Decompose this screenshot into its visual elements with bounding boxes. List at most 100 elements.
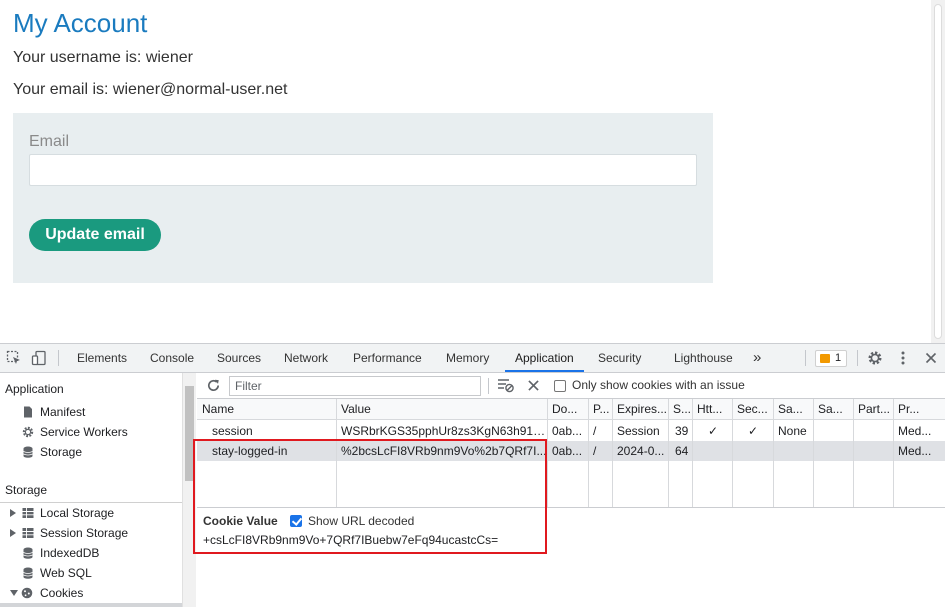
column-divider[interactable] bbox=[612, 399, 613, 507]
device-toolbar-icon[interactable] bbox=[31, 350, 47, 366]
cell-httponly bbox=[708, 441, 728, 461]
column-divider[interactable] bbox=[732, 399, 733, 507]
issue-flag-icon bbox=[820, 354, 830, 363]
gear-icon bbox=[22, 426, 34, 438]
more-tabs-chevron-icon[interactable]: » bbox=[753, 344, 761, 372]
email-text: Your email is: wiener@normal-user.net bbox=[13, 81, 288, 98]
sidebar-selected-child-row[interactable] bbox=[0, 603, 182, 607]
cell-expires: Session bbox=[617, 424, 660, 438]
cell-samesite: None bbox=[778, 424, 807, 438]
cookies-toolbar: Filter Only show cookies with an issue bbox=[197, 373, 945, 399]
email-label: Email bbox=[29, 133, 70, 150]
column-divider[interactable] bbox=[692, 399, 693, 507]
sidebar-item-label: Cookies bbox=[40, 586, 84, 600]
table-grid-icon bbox=[22, 508, 34, 518]
sidebar-header-storage: Storage bbox=[5, 483, 48, 497]
table-row[interactable]: session WSRbrKGS35pphUr8zs3KgN63h91C... … bbox=[197, 421, 945, 441]
expand-arrow-icon[interactable] bbox=[10, 529, 16, 537]
inspect-element-icon[interactable] bbox=[6, 350, 22, 366]
database-icon bbox=[23, 547, 33, 559]
cell-priority: Med... bbox=[898, 424, 932, 438]
tab-sources[interactable]: Sources bbox=[217, 344, 261, 372]
column-divider[interactable] bbox=[547, 399, 548, 507]
toolbar-separator bbox=[488, 378, 489, 394]
sidebar-item-label: Storage bbox=[40, 445, 83, 459]
cell-priority: Med... bbox=[898, 444, 932, 458]
column-header-size[interactable]: S... bbox=[673, 399, 691, 419]
sidebar-item-label: Session Storage bbox=[40, 526, 129, 540]
tab-security[interactable]: Security bbox=[598, 344, 641, 372]
sidebar-item-label: Manifest bbox=[40, 405, 86, 419]
username-text: Your username is: wiener bbox=[13, 49, 193, 66]
only-issue-checkbox[interactable] bbox=[554, 380, 566, 392]
issues-count: 1 bbox=[835, 352, 842, 364]
more-options-icon[interactable] bbox=[895, 350, 911, 366]
cell-partition bbox=[858, 421, 894, 441]
close-devtools-icon[interactable] bbox=[923, 350, 939, 366]
column-divider[interactable] bbox=[773, 399, 774, 507]
column-header-partition[interactable]: Part... bbox=[858, 399, 894, 419]
cell-size: 39 bbox=[675, 424, 689, 438]
page-scrollbar[interactable] bbox=[931, 0, 945, 343]
table-header: Name Value Do... P... Expires... S... Ht… bbox=[197, 399, 945, 420]
cell-sameparty bbox=[818, 421, 852, 441]
column-header-secure[interactable]: Sec... bbox=[737, 399, 771, 419]
column-divider[interactable] bbox=[853, 399, 854, 507]
column-header-expires[interactable]: Expires... bbox=[617, 399, 667, 419]
cookie-icon bbox=[21, 587, 33, 599]
collapse-arrow-icon[interactable] bbox=[10, 590, 18, 596]
settings-gear-icon[interactable] bbox=[867, 350, 883, 366]
cell-sameparty bbox=[818, 441, 852, 461]
cell-secure: ✓ bbox=[748, 424, 759, 438]
column-divider[interactable] bbox=[893, 399, 894, 507]
cell-name: session bbox=[212, 424, 253, 438]
column-header-value[interactable]: Value bbox=[341, 399, 541, 419]
web-page: My Account Your username is: wiener Your… bbox=[0, 0, 945, 343]
devtools-tabbar: Elements Console Sources Network Perform… bbox=[0, 344, 945, 373]
column-header-httponly[interactable]: Htt... bbox=[697, 399, 731, 419]
toolbar-separator bbox=[58, 350, 59, 366]
refresh-icon[interactable] bbox=[206, 378, 221, 393]
page-scrollbar-thumb[interactable] bbox=[934, 4, 942, 339]
issues-badge[interactable]: 1 bbox=[815, 350, 847, 367]
column-header-path[interactable]: P... bbox=[593, 399, 613, 419]
database-icon bbox=[23, 567, 33, 579]
clear-filtered-cookies-icon[interactable] bbox=[497, 378, 514, 393]
change-email-form: Email Update email bbox=[13, 113, 713, 283]
table-grid-icon bbox=[22, 528, 34, 538]
tab-application[interactable]: Application bbox=[505, 344, 584, 372]
tab-elements[interactable]: Elements bbox=[77, 344, 127, 372]
sidebar-item-label: Service Workers bbox=[40, 425, 128, 439]
red-highlight-box bbox=[193, 439, 547, 554]
cell-httponly: ✓ bbox=[708, 424, 719, 438]
column-header-sameparty[interactable]: Sa... bbox=[818, 399, 852, 419]
cell-domain: 0ab... bbox=[552, 444, 583, 458]
tab-network[interactable]: Network bbox=[284, 344, 328, 372]
tab-memory[interactable]: Memory bbox=[446, 344, 489, 372]
cell-partition bbox=[858, 441, 894, 461]
column-header-priority[interactable]: Pr... bbox=[898, 399, 938, 419]
email-input[interactable] bbox=[29, 154, 697, 186]
column-header-samesite[interactable]: Sa... bbox=[778, 399, 812, 419]
cell-domain: 0ab... bbox=[552, 424, 583, 438]
cell-path: / bbox=[593, 444, 597, 458]
tab-console[interactable]: Console bbox=[150, 344, 194, 372]
delete-all-cookies-icon[interactable] bbox=[528, 380, 539, 391]
column-divider[interactable] bbox=[588, 399, 589, 507]
column-header-name[interactable]: Name bbox=[202, 399, 332, 419]
sidebar-item-label: Local Storage bbox=[40, 506, 115, 520]
tab-lighthouse[interactable]: Lighthouse bbox=[674, 344, 733, 372]
tab-performance[interactable]: Performance bbox=[353, 344, 422, 372]
sidebar-item-label: Web SQL bbox=[40, 566, 92, 580]
expand-arrow-icon[interactable] bbox=[10, 509, 16, 517]
cookie-filter-input[interactable]: Filter bbox=[229, 376, 481, 396]
column-divider[interactable] bbox=[668, 399, 669, 507]
toolbar-separator bbox=[857, 350, 858, 366]
update-email-button[interactable]: Update email bbox=[29, 219, 161, 251]
toolbar-separator bbox=[805, 350, 806, 366]
column-divider[interactable] bbox=[813, 399, 814, 507]
cell-size: 64 bbox=[675, 444, 689, 458]
column-header-domain[interactable]: Do... bbox=[552, 399, 584, 419]
sidebar-header-application: Application bbox=[5, 382, 64, 396]
sidebar-item-label: IndexedDB bbox=[40, 546, 100, 560]
